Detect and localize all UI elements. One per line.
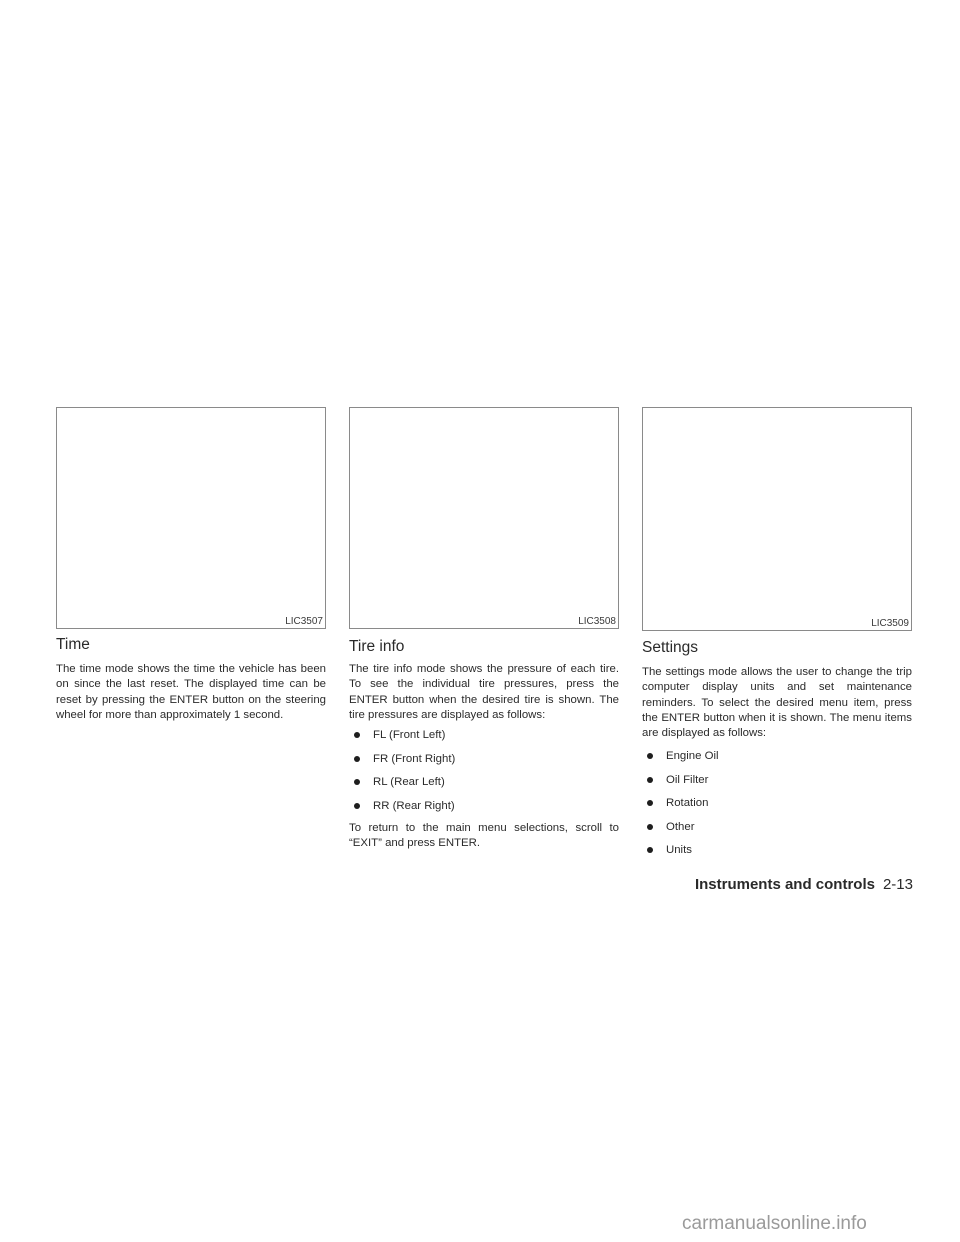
footer-section-title: Instruments and controls xyxy=(694,876,875,893)
bullet-icon xyxy=(647,776,653,783)
bullet-icon xyxy=(647,823,653,830)
bullet-icon xyxy=(354,779,360,785)
figure-tire-info: LIC3508 xyxy=(349,407,619,629)
list-item: Other xyxy=(642,820,719,844)
figure-label: LIC3509 xyxy=(871,618,909,629)
bullet-icon xyxy=(354,732,360,738)
bullet-icon xyxy=(647,753,653,759)
page-footer: Instruments and controls 2-13 xyxy=(695,876,913,893)
list-item: RR (Rear Right) xyxy=(349,799,455,823)
paragraph-settings: The settings mode allows the user to cha… xyxy=(642,666,912,740)
bullet-icon xyxy=(354,802,360,809)
bullet-icon xyxy=(647,800,653,806)
settings-menu-list: Engine Oil Oil Filter Rotation Other Uni… xyxy=(642,749,719,867)
tire-list: FL (Front Left) FR (Front Right) RL (Rea… xyxy=(349,728,455,822)
paragraph-tire-info-intro: The tire info mode shows the pressure of… xyxy=(349,663,619,721)
page-number: 2-13 xyxy=(882,876,913,893)
watermark: carmanualsonline.info xyxy=(682,1213,867,1234)
list-item: FR (Front Right) xyxy=(349,752,455,776)
list-item: FL (Front Left) xyxy=(349,728,455,752)
paragraph-tire-info-exit: To return to the main menu selections, s… xyxy=(349,822,619,850)
figure-settings: LIC3509 xyxy=(642,407,912,631)
section-heading-settings: Settings xyxy=(642,639,699,656)
figure-label: LIC3507 xyxy=(285,616,323,627)
list-item: Rotation xyxy=(642,796,719,820)
figure-time: LIC3507 xyxy=(56,407,326,629)
paragraph-time: The time mode shows the time the vehicle… xyxy=(56,663,326,721)
bullet-icon xyxy=(647,847,653,853)
section-heading-time: Time xyxy=(56,636,90,653)
list-item: RL (Rear Left) xyxy=(349,775,455,799)
bullet-icon xyxy=(354,755,360,762)
figure-label: LIC3508 xyxy=(578,616,616,627)
list-item: Units xyxy=(642,843,719,867)
list-item: Engine Oil xyxy=(642,749,719,773)
list-item: Oil Filter xyxy=(642,773,719,797)
section-heading-tire-info: Tire info xyxy=(349,638,405,655)
